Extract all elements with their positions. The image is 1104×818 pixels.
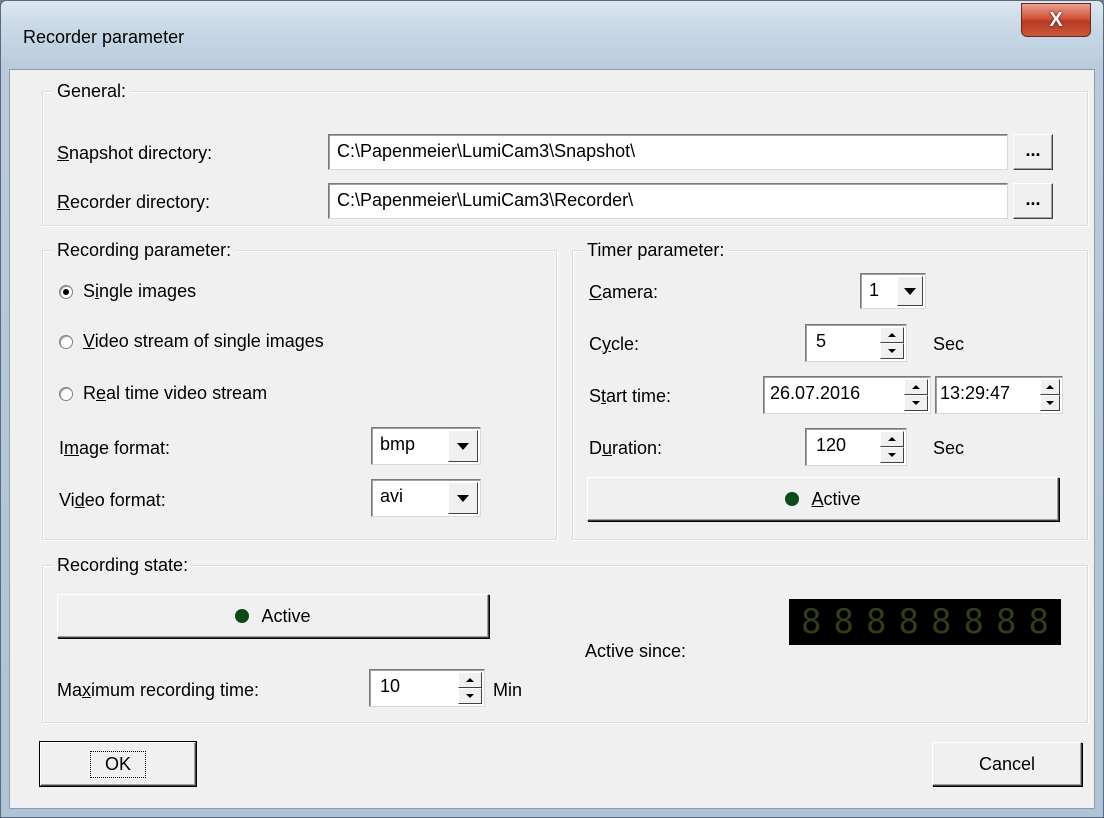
max-recording-time-unit: Min xyxy=(493,680,523,700)
general-group-title: General: xyxy=(53,80,131,102)
cycle-updown[interactable] xyxy=(880,327,904,359)
timer-active-button[interactable]: Active xyxy=(587,477,1059,521)
duration-updown[interactable] xyxy=(880,431,904,463)
radio-video-stream[interactable]: Video stream of single images xyxy=(59,331,324,352)
recorder-parameter-dialog: Recorder parameter X General: Snapshot d… xyxy=(0,0,1104,818)
recording-state-group: Recording state: Active Active since: 8 … xyxy=(42,554,1088,723)
digit: 8 xyxy=(801,602,822,642)
cycle-label: Cycle: xyxy=(589,334,640,354)
general-group: General: Snapshot directory: C:\Papenmei… xyxy=(42,80,1088,226)
digit: 8 xyxy=(963,602,984,642)
chevron-down-icon xyxy=(457,442,469,450)
digit: 8 xyxy=(898,602,919,642)
snapshot-browse-button[interactable]: ... xyxy=(1013,134,1053,170)
recording-parameter-title: Recording parameter: xyxy=(53,239,236,261)
timer-active-label: Active xyxy=(811,488,861,509)
start-time-label: Start time: xyxy=(589,386,672,406)
close-button[interactable]: X xyxy=(1021,3,1091,37)
digit: 8 xyxy=(833,602,854,642)
spin-up-icon[interactable] xyxy=(458,672,482,688)
radio-single-images-indicator[interactable] xyxy=(59,284,73,299)
radio-video-stream-label: Video stream of single images xyxy=(83,331,324,351)
image-format-value: bmp xyxy=(380,434,416,454)
max-recording-time-updown[interactable] xyxy=(458,672,482,704)
video-format-label: Video format: xyxy=(59,490,166,510)
spin-up-icon[interactable] xyxy=(1040,379,1060,395)
spin-up-icon[interactable] xyxy=(904,379,928,395)
video-format-value: avi xyxy=(380,486,404,506)
cancel-button[interactable]: Cancel xyxy=(932,742,1082,786)
led-indicator-icon xyxy=(235,609,250,623)
dialog-client-area: General: Snapshot directory: C:\Papenmei… xyxy=(9,69,1095,809)
camera-label: Camera: xyxy=(589,282,659,302)
camera-value: 1 xyxy=(869,280,880,300)
start-time-spinner[interactable]: 13:29:47 xyxy=(935,376,1063,414)
active-since-display: 8 8 8 8 8 8 8 8 xyxy=(789,599,1061,645)
camera-dropdown[interactable] xyxy=(897,276,923,306)
window-title: Recorder parameter xyxy=(23,27,185,47)
digit: 8 xyxy=(866,602,887,642)
chevron-down-icon xyxy=(904,287,916,295)
duration-label: Duration: xyxy=(589,438,663,458)
video-format-select[interactable]: avi xyxy=(371,479,481,517)
cycle-spinner[interactable]: 5 xyxy=(805,324,907,362)
recorder-browse-button[interactable]: ... xyxy=(1013,183,1053,219)
radio-single-images-label: Single images xyxy=(83,281,197,301)
spin-up-icon[interactable] xyxy=(880,327,904,343)
close-icon: X xyxy=(1049,8,1063,31)
digit: 8 xyxy=(1028,602,1049,642)
radio-real-time-stream-indicator[interactable] xyxy=(59,386,73,401)
ok-button-label: OK xyxy=(89,750,146,778)
timer-parameter-title: Timer parameter: xyxy=(583,239,729,261)
video-format-dropdown[interactable] xyxy=(448,482,478,514)
cycle-unit: Sec xyxy=(933,334,965,354)
image-format-dropdown[interactable] xyxy=(448,430,478,462)
duration-spinner[interactable]: 120 xyxy=(805,428,907,466)
title-bar: Recorder parameter X xyxy=(1,1,1103,69)
digit: 8 xyxy=(996,602,1017,642)
radio-video-stream-indicator[interactable] xyxy=(59,334,73,349)
image-format-select[interactable]: bmp xyxy=(371,427,481,465)
cycle-value: 5 xyxy=(816,331,827,351)
spin-down-icon[interactable] xyxy=(458,688,482,704)
cancel-button-label: Cancel xyxy=(978,753,1036,774)
max-recording-time-spinner[interactable]: 10 xyxy=(369,669,485,707)
digit: 8 xyxy=(931,602,952,642)
recording-active-button[interactable]: Active xyxy=(57,594,489,638)
chevron-down-icon xyxy=(457,494,469,502)
spin-down-icon[interactable] xyxy=(880,343,904,359)
radio-single-images[interactable]: Single images xyxy=(59,281,196,302)
recording-parameter-group: Recording parameter: Single images Video… xyxy=(42,239,557,540)
start-time-value: 13:29:47 xyxy=(940,383,1011,403)
image-format-label: Image format: xyxy=(59,438,171,458)
spin-up-icon[interactable] xyxy=(880,431,904,447)
spin-down-icon[interactable] xyxy=(904,395,928,411)
spin-down-icon[interactable] xyxy=(880,447,904,463)
radio-real-time-stream-label: Real time video stream xyxy=(83,383,268,403)
led-indicator-icon xyxy=(785,492,800,506)
active-since-label: Active since: xyxy=(585,641,687,661)
start-date-updown[interactable] xyxy=(904,379,928,411)
timer-parameter-group: Timer parameter: Camera: 1 Cycle: 5 Sec … xyxy=(572,239,1088,540)
duration-unit: Sec xyxy=(933,438,965,458)
duration-value: 120 xyxy=(816,435,847,455)
ok-button[interactable]: OK xyxy=(40,742,196,786)
max-recording-time-label: Maximum recording time: xyxy=(57,680,260,700)
start-date-spinner[interactable]: 26.07.2016 xyxy=(763,376,931,414)
spin-down-icon[interactable] xyxy=(1040,395,1060,411)
recording-active-label: Active xyxy=(261,605,311,626)
start-date-value: 26.07.2016 xyxy=(770,383,861,403)
camera-select[interactable]: 1 xyxy=(860,273,926,309)
radio-real-time-stream[interactable]: Real time video stream xyxy=(59,383,267,404)
snapshot-directory-input[interactable]: C:\Papenmeier\LumiCam3\Snapshot\ xyxy=(328,134,1008,170)
start-time-updown[interactable] xyxy=(1040,379,1060,411)
max-recording-time-value: 10 xyxy=(380,676,401,696)
snapshot-directory-label: Snapshot directory: xyxy=(57,143,213,163)
recorder-directory-input[interactable]: C:\Papenmeier\LumiCam3\Recorder\ xyxy=(328,183,1008,219)
recording-state-title: Recording state: xyxy=(53,554,193,576)
recorder-directory-label: Recorder directory: xyxy=(57,192,211,212)
